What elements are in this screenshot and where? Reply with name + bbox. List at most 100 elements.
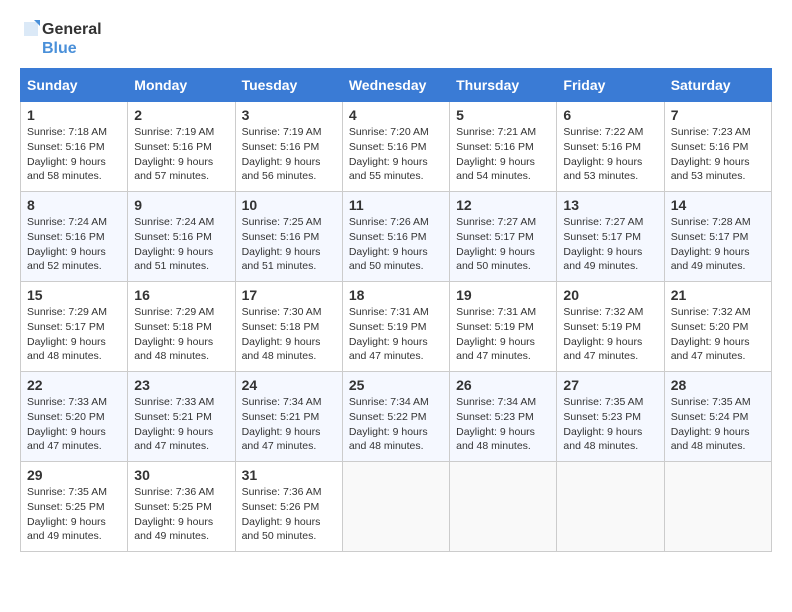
day-number: 2: [134, 107, 228, 123]
header: General Blue: [20, 20, 772, 58]
day-info: Sunrise: 7:23 AM Sunset: 5:16 PM Dayligh…: [671, 125, 765, 184]
day-number: 21: [671, 287, 765, 303]
day-info: Sunrise: 7:29 AM Sunset: 5:18 PM Dayligh…: [134, 305, 228, 364]
calendar-week-1: 1 Sunrise: 7:18 AM Sunset: 5:16 PM Dayli…: [21, 102, 772, 192]
logo: General Blue: [20, 20, 102, 58]
calendar-cell: 26 Sunrise: 7:34 AM Sunset: 5:23 PM Dayl…: [450, 372, 557, 462]
calendar-cell: 30 Sunrise: 7:36 AM Sunset: 5:25 PM Dayl…: [128, 462, 235, 552]
day-number: 26: [456, 377, 550, 393]
day-info: Sunrise: 7:27 AM Sunset: 5:17 PM Dayligh…: [456, 215, 550, 274]
col-header-wednesday: Wednesday: [342, 69, 449, 102]
day-info: Sunrise: 7:29 AM Sunset: 5:17 PM Dayligh…: [27, 305, 121, 364]
day-info: Sunrise: 7:24 AM Sunset: 5:16 PM Dayligh…: [27, 215, 121, 274]
col-header-friday: Friday: [557, 69, 664, 102]
calendar-cell: 1 Sunrise: 7:18 AM Sunset: 5:16 PM Dayli…: [21, 102, 128, 192]
calendar-cell: 15 Sunrise: 7:29 AM Sunset: 5:17 PM Dayl…: [21, 282, 128, 372]
calendar-cell: 4 Sunrise: 7:20 AM Sunset: 5:16 PM Dayli…: [342, 102, 449, 192]
day-number: 14: [671, 197, 765, 213]
calendar-cell: 9 Sunrise: 7:24 AM Sunset: 5:16 PM Dayli…: [128, 192, 235, 282]
calendar-cell: [450, 462, 557, 552]
day-info: Sunrise: 7:19 AM Sunset: 5:16 PM Dayligh…: [242, 125, 336, 184]
calendar-cell: 21 Sunrise: 7:32 AM Sunset: 5:20 PM Dayl…: [664, 282, 771, 372]
calendar-cell: 23 Sunrise: 7:33 AM Sunset: 5:21 PM Dayl…: [128, 372, 235, 462]
day-info: Sunrise: 7:22 AM Sunset: 5:16 PM Dayligh…: [563, 125, 657, 184]
day-number: 23: [134, 377, 228, 393]
day-info: Sunrise: 7:34 AM Sunset: 5:22 PM Dayligh…: [349, 395, 443, 454]
calendar-cell: 2 Sunrise: 7:19 AM Sunset: 5:16 PM Dayli…: [128, 102, 235, 192]
day-number: 30: [134, 467, 228, 483]
calendar-week-3: 15 Sunrise: 7:29 AM Sunset: 5:17 PM Dayl…: [21, 282, 772, 372]
day-number: 15: [27, 287, 121, 303]
day-info: Sunrise: 7:32 AM Sunset: 5:19 PM Dayligh…: [563, 305, 657, 364]
day-number: 7: [671, 107, 765, 123]
day-info: Sunrise: 7:32 AM Sunset: 5:20 PM Dayligh…: [671, 305, 765, 364]
calendar-cell: 7 Sunrise: 7:23 AM Sunset: 5:16 PM Dayli…: [664, 102, 771, 192]
day-info: Sunrise: 7:28 AM Sunset: 5:17 PM Dayligh…: [671, 215, 765, 274]
day-info: Sunrise: 7:24 AM Sunset: 5:16 PM Dayligh…: [134, 215, 228, 274]
calendar-cell: 8 Sunrise: 7:24 AM Sunset: 5:16 PM Dayli…: [21, 192, 128, 282]
calendar-cell: 27 Sunrise: 7:35 AM Sunset: 5:23 PM Dayl…: [557, 372, 664, 462]
day-info: Sunrise: 7:19 AM Sunset: 5:16 PM Dayligh…: [134, 125, 228, 184]
logo-svg: [20, 20, 40, 58]
calendar-cell: [342, 462, 449, 552]
day-number: 9: [134, 197, 228, 213]
day-info: Sunrise: 7:25 AM Sunset: 5:16 PM Dayligh…: [242, 215, 336, 274]
calendar-cell: 6 Sunrise: 7:22 AM Sunset: 5:16 PM Dayli…: [557, 102, 664, 192]
col-header-tuesday: Tuesday: [235, 69, 342, 102]
calendar-cell: [664, 462, 771, 552]
calendar-cell: 25 Sunrise: 7:34 AM Sunset: 5:22 PM Dayl…: [342, 372, 449, 462]
logo-blue: Blue: [42, 39, 102, 58]
calendar-cell: 5 Sunrise: 7:21 AM Sunset: 5:16 PM Dayli…: [450, 102, 557, 192]
calendar-cell: 29 Sunrise: 7:35 AM Sunset: 5:25 PM Dayl…: [21, 462, 128, 552]
day-info: Sunrise: 7:33 AM Sunset: 5:20 PM Dayligh…: [27, 395, 121, 454]
col-header-thursday: Thursday: [450, 69, 557, 102]
calendar-cell: 14 Sunrise: 7:28 AM Sunset: 5:17 PM Dayl…: [664, 192, 771, 282]
day-number: 1: [27, 107, 121, 123]
logo-general: General: [42, 20, 102, 39]
calendar-cell: 12 Sunrise: 7:27 AM Sunset: 5:17 PM Dayl…: [450, 192, 557, 282]
day-number: 8: [27, 197, 121, 213]
calendar-cell: 18 Sunrise: 7:31 AM Sunset: 5:19 PM Dayl…: [342, 282, 449, 372]
day-info: Sunrise: 7:34 AM Sunset: 5:23 PM Dayligh…: [456, 395, 550, 454]
calendar-cell: 31 Sunrise: 7:36 AM Sunset: 5:26 PM Dayl…: [235, 462, 342, 552]
day-number: 22: [27, 377, 121, 393]
calendar-week-4: 22 Sunrise: 7:33 AM Sunset: 5:20 PM Dayl…: [21, 372, 772, 462]
day-number: 19: [456, 287, 550, 303]
day-info: Sunrise: 7:34 AM Sunset: 5:21 PM Dayligh…: [242, 395, 336, 454]
day-number: 10: [242, 197, 336, 213]
calendar-cell: 28 Sunrise: 7:35 AM Sunset: 5:24 PM Dayl…: [664, 372, 771, 462]
day-info: Sunrise: 7:21 AM Sunset: 5:16 PM Dayligh…: [456, 125, 550, 184]
day-info: Sunrise: 7:20 AM Sunset: 5:16 PM Dayligh…: [349, 125, 443, 184]
day-info: Sunrise: 7:36 AM Sunset: 5:26 PM Dayligh…: [242, 485, 336, 544]
day-number: 18: [349, 287, 443, 303]
day-info: Sunrise: 7:35 AM Sunset: 5:24 PM Dayligh…: [671, 395, 765, 454]
day-number: 31: [242, 467, 336, 483]
calendar-cell: 19 Sunrise: 7:31 AM Sunset: 5:19 PM Dayl…: [450, 282, 557, 372]
day-info: Sunrise: 7:31 AM Sunset: 5:19 PM Dayligh…: [349, 305, 443, 364]
day-number: 4: [349, 107, 443, 123]
day-number: 27: [563, 377, 657, 393]
calendar-cell: 11 Sunrise: 7:26 AM Sunset: 5:16 PM Dayl…: [342, 192, 449, 282]
day-info: Sunrise: 7:27 AM Sunset: 5:17 PM Dayligh…: [563, 215, 657, 274]
day-number: 5: [456, 107, 550, 123]
day-info: Sunrise: 7:30 AM Sunset: 5:18 PM Dayligh…: [242, 305, 336, 364]
calendar-cell: 22 Sunrise: 7:33 AM Sunset: 5:20 PM Dayl…: [21, 372, 128, 462]
calendar-week-5: 29 Sunrise: 7:35 AM Sunset: 5:25 PM Dayl…: [21, 462, 772, 552]
calendar-cell: 16 Sunrise: 7:29 AM Sunset: 5:18 PM Dayl…: [128, 282, 235, 372]
day-number: 16: [134, 287, 228, 303]
day-info: Sunrise: 7:31 AM Sunset: 5:19 PM Dayligh…: [456, 305, 550, 364]
day-info: Sunrise: 7:35 AM Sunset: 5:25 PM Dayligh…: [27, 485, 121, 544]
day-number: 28: [671, 377, 765, 393]
day-number: 13: [563, 197, 657, 213]
day-info: Sunrise: 7:36 AM Sunset: 5:25 PM Dayligh…: [134, 485, 228, 544]
day-number: 20: [563, 287, 657, 303]
calendar-cell: 13 Sunrise: 7:27 AM Sunset: 5:17 PM Dayl…: [557, 192, 664, 282]
col-header-saturday: Saturday: [664, 69, 771, 102]
day-number: 17: [242, 287, 336, 303]
day-number: 25: [349, 377, 443, 393]
calendar-cell: [557, 462, 664, 552]
calendar-table: SundayMondayTuesdayWednesdayThursdayFrid…: [20, 68, 772, 552]
calendar-week-2: 8 Sunrise: 7:24 AM Sunset: 5:16 PM Dayli…: [21, 192, 772, 282]
day-number: 12: [456, 197, 550, 213]
day-number: 11: [349, 197, 443, 213]
